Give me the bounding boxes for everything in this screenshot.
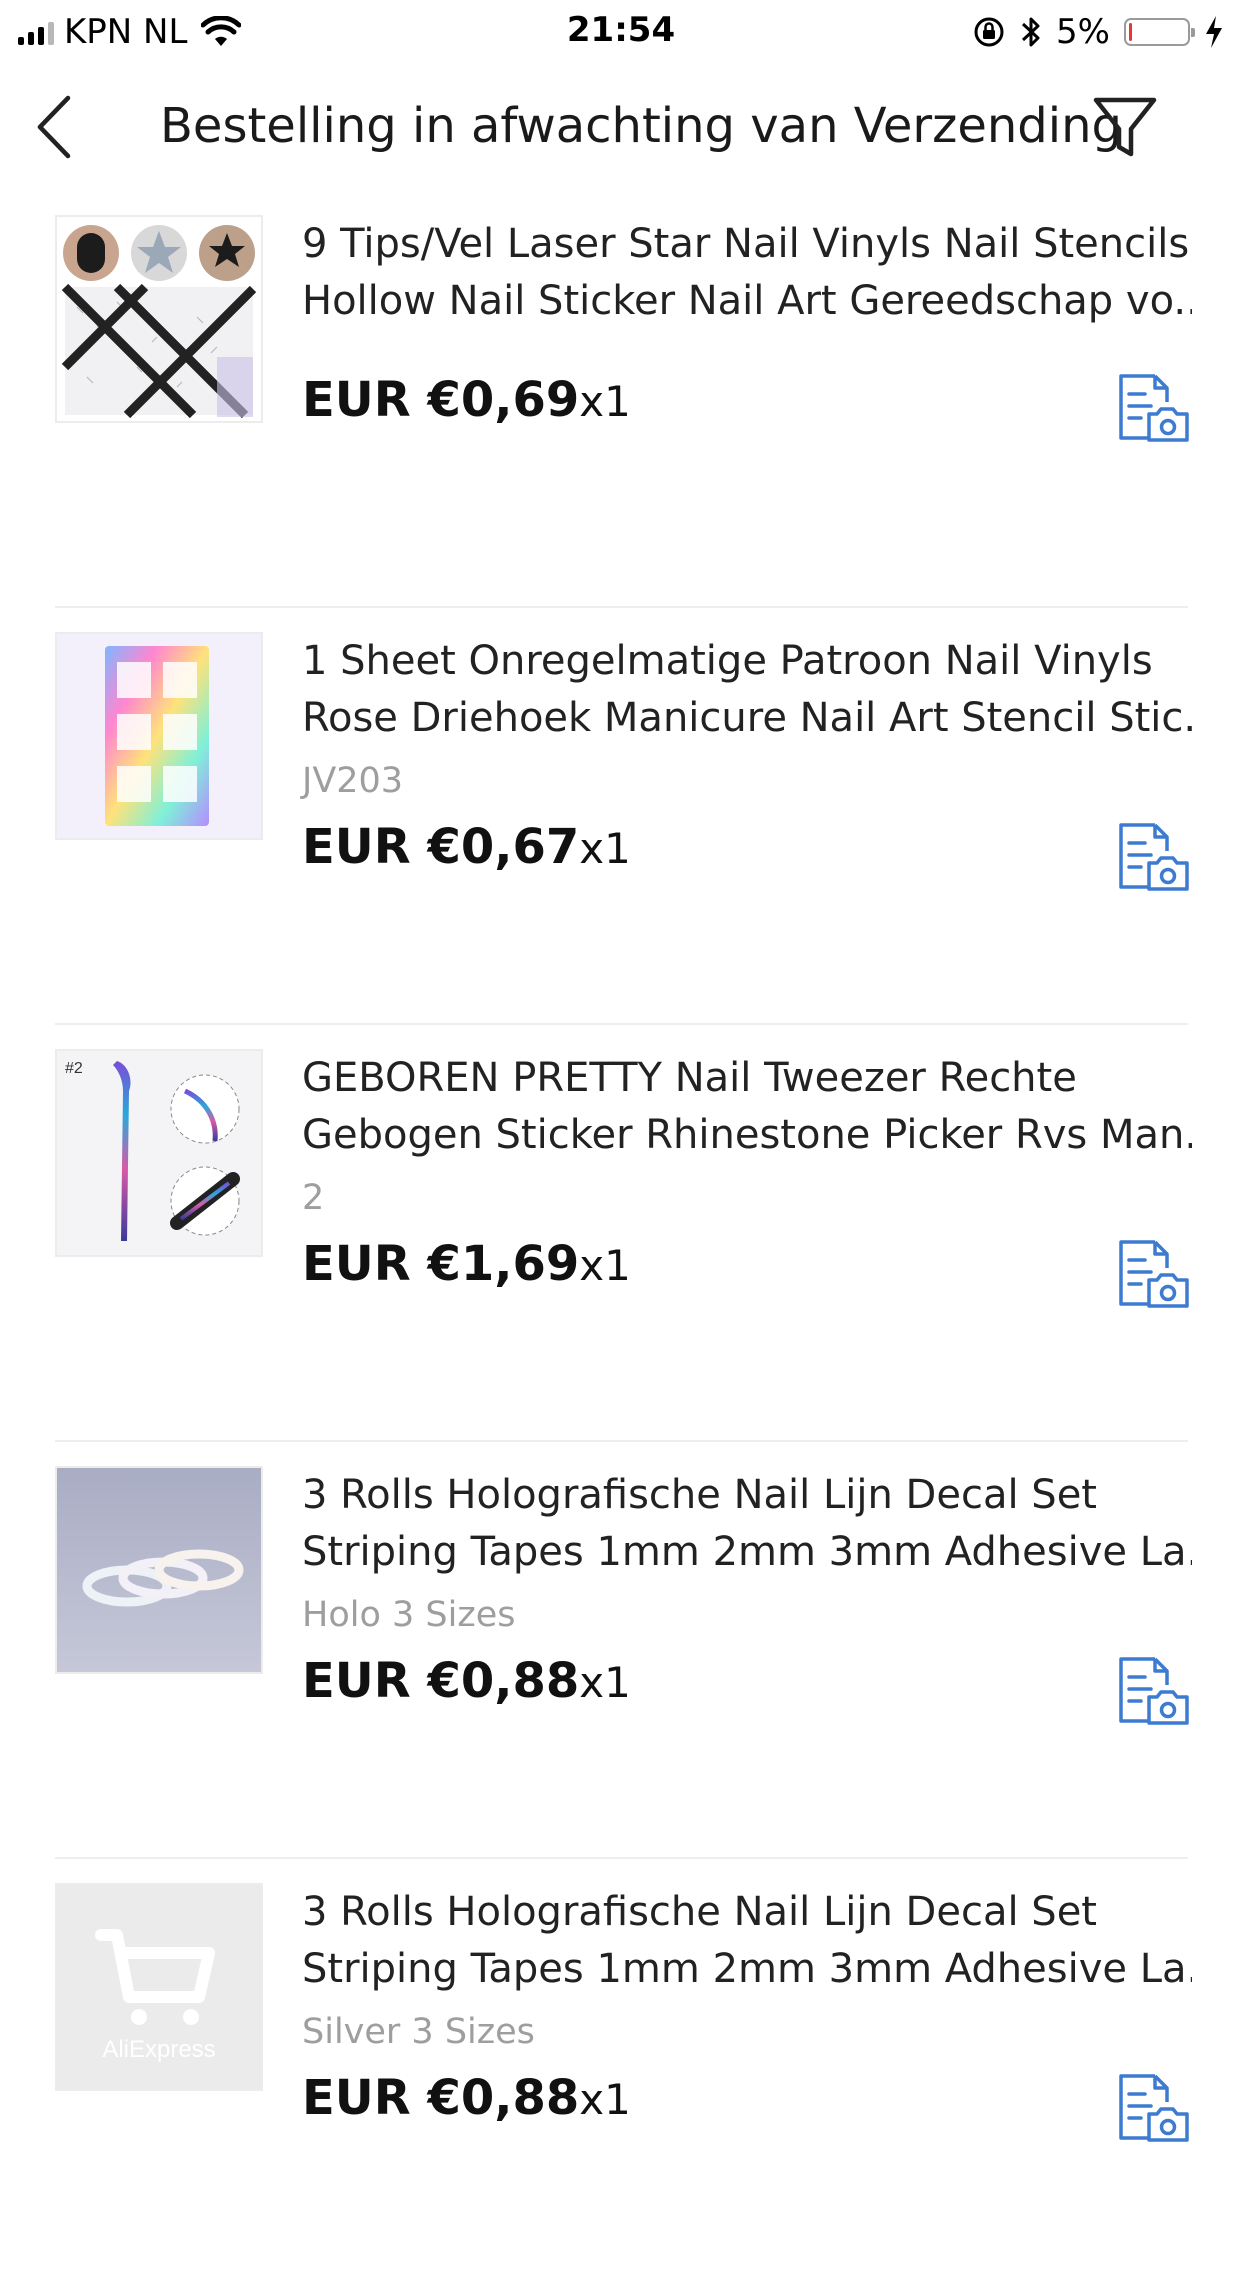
battery-percentage: 5% — [1056, 12, 1110, 52]
document-camera-icon — [1119, 2074, 1189, 2142]
status-bar: KPN NL 21:54 5% — [0, 0, 1242, 62]
product-price-row: EUR €0,67x1 — [302, 819, 631, 875]
photo-review-button[interactable] — [1115, 821, 1191, 891]
product-price: EUR €0,88 — [302, 2070, 580, 2126]
product-thumbnail[interactable]: #2 — [55, 1049, 263, 1257]
product-quantity: x1 — [579, 1658, 631, 1707]
orientation-lock-icon — [974, 17, 1004, 47]
product-title-line-2: Striping Tapes 1mm 2mm 3mm Adhesive La..… — [302, 1529, 1192, 1575]
product-title[interactable]: GEBOREN PRETTY Nail Tweezer Rechte Gebog… — [302, 1050, 1192, 1164]
aliexpress-placeholder-image: AliExpress — [57, 1885, 261, 2089]
product-quantity: x1 — [579, 824, 631, 873]
product-price: EUR €0,69 — [302, 372, 580, 428]
product-title-line-1: 1 Sheet Onregelmatige Patroon Nail Vinyl… — [302, 638, 1153, 684]
navigation-bar: Bestelling in afwachting van Verzending — [0, 62, 1242, 194]
back-button[interactable] — [28, 92, 88, 162]
status-right: 5% — [972, 10, 1224, 54]
item-divider — [55, 1440, 1188, 1442]
product-price-row: EUR €0,69x1 — [302, 372, 631, 428]
product-price-row: EUR €0,88x1 — [302, 1653, 631, 1709]
order-item[interactable]: 3 Rolls Holografische Nail Lijn Decal Se… — [0, 1440, 1242, 1865]
document-camera-icon — [1119, 823, 1189, 891]
product-title-line-2: Striping Tapes 1mm 2mm 3mm Adhesive La..… — [302, 1946, 1192, 1992]
product-thumbnail[interactable]: AliExpress — [55, 1883, 263, 2091]
product-title[interactable]: 3 Rolls Holografische Nail Lijn Decal Se… — [302, 1884, 1192, 1998]
battery-icon — [1124, 18, 1195, 46]
product-price-row: EUR €1,69x1 — [302, 1236, 631, 1292]
nail-stencil-image — [57, 217, 261, 421]
order-item[interactable]: 9 Tips/Vel Laser Star Nail Vinyls Nail S… — [0, 194, 1242, 614]
product-price-row: EUR €0,88x1 — [302, 2070, 631, 2126]
filter-button[interactable] — [1090, 92, 1160, 162]
bluetooth-icon — [1022, 17, 1040, 47]
product-variant: 2 — [302, 1178, 325, 1218]
product-quantity: x1 — [579, 1241, 631, 1290]
product-title-line-1: GEBOREN PRETTY Nail Tweezer Rechte — [302, 1055, 1077, 1101]
photo-review-button[interactable] — [1115, 2072, 1191, 2142]
photo-review-button[interactable] — [1115, 1655, 1191, 1725]
product-title-line-1: 3 Rolls Holografische Nail Lijn Decal Se… — [302, 1472, 1097, 1518]
product-title[interactable]: 9 Tips/Vel Laser Star Nail Vinyls Nail S… — [302, 216, 1192, 330]
document-camera-icon — [1119, 374, 1189, 442]
filter-icon — [1093, 97, 1157, 157]
item-divider — [55, 1023, 1188, 1025]
product-title[interactable]: 3 Rolls Holografische Nail Lijn Decal Se… — [302, 1467, 1192, 1581]
item-divider — [55, 606, 1188, 608]
charging-bolt-icon — [1206, 16, 1222, 48]
holographic-stencil-image — [57, 634, 261, 838]
order-item[interactable]: AliExpress 3 Rolls Holografische Nail Li… — [0, 1857, 1242, 2282]
product-variant: Silver 3 Sizes — [302, 2012, 535, 2052]
product-thumbnail[interactable] — [55, 1466, 263, 1674]
product-variant: Holo 3 Sizes — [302, 1595, 516, 1635]
tweezer-image: #2 — [57, 1051, 261, 1255]
page-title: Bestelling in afwachting van Verzending — [160, 98, 1122, 154]
product-price: EUR €0,88 — [302, 1653, 580, 1709]
product-title-line-2: Hollow Nail Sticker Nail Art Gereedschap… — [302, 278, 1192, 324]
photo-review-button[interactable] — [1115, 372, 1191, 442]
product-thumbnail[interactable] — [55, 632, 263, 840]
product-price: EUR €1,69 — [302, 1236, 580, 1292]
document-camera-icon — [1119, 1657, 1189, 1725]
tape-rolls-image — [57, 1468, 261, 1672]
photo-review-button[interactable] — [1115, 1238, 1191, 1308]
product-title-line-1: 3 Rolls Holografische Nail Lijn Decal Se… — [302, 1889, 1097, 1935]
thumbnail-variant-label: #2 — [65, 1060, 83, 1077]
product-quantity: x1 — [579, 377, 631, 426]
chevron-left-icon — [37, 95, 71, 159]
product-title-line-2: Gebogen Sticker Rhinestone Picker Rvs Ma… — [302, 1112, 1192, 1158]
product-price: EUR €0,67 — [302, 819, 580, 875]
product-thumbnail[interactable] — [55, 215, 263, 423]
product-title-line-2: Rose Driehoek Manicure Nail Art Stencil … — [302, 695, 1192, 741]
thumbnail-placeholder-label: AliExpress — [102, 2036, 215, 2063]
product-title[interactable]: 1 Sheet Onregelmatige Patroon Nail Vinyl… — [302, 633, 1192, 747]
product-title-line-1: 9 Tips/Vel Laser Star Nail Vinyls Nail S… — [302, 221, 1190, 267]
document-camera-icon — [1119, 1240, 1189, 1308]
product-variant: JV203 — [302, 761, 404, 801]
order-item[interactable]: #2 GEBOREN PRETTY Nail Tweezer Rechte Ge… — [0, 1023, 1242, 1448]
order-item[interactable]: 1 Sheet Onregelmatige Patroon Nail Vinyl… — [0, 606, 1242, 1031]
item-divider — [55, 1857, 1188, 1859]
product-quantity: x1 — [579, 2075, 631, 2124]
